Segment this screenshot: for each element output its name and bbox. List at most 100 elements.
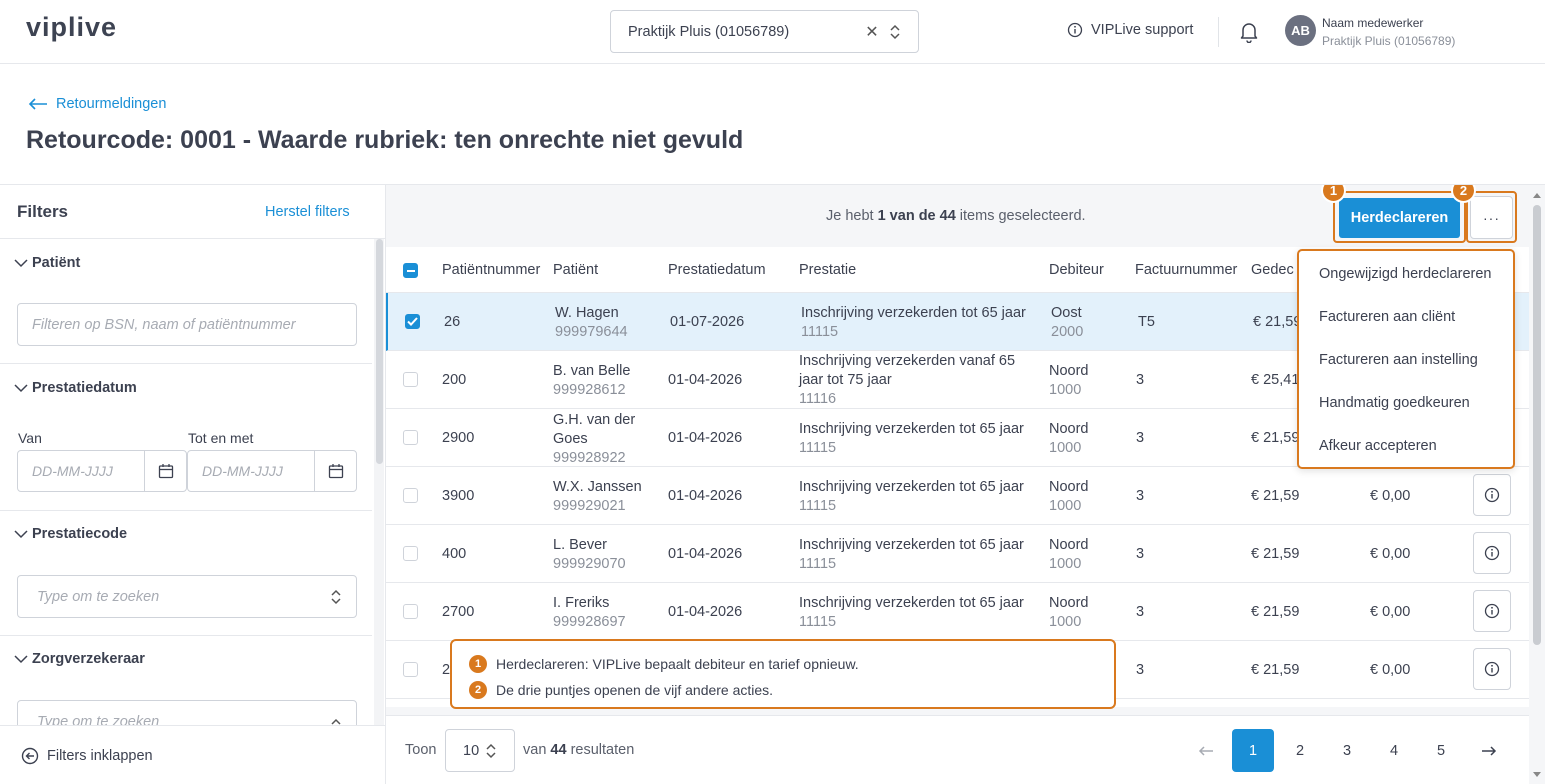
code-search-select[interactable]: Type om te zoeken [17, 575, 357, 618]
patient-filter-toggle[interactable]: Patiënt [14, 255, 80, 271]
cell-gedeclareerd: € 21,59 [1251, 488, 1300, 504]
row-checkbox[interactable] [403, 604, 418, 619]
prestatie-omschrijving: Inschrijving verzekerden vanaf 65 jaar t… [799, 353, 1016, 388]
arrow-left-circle-icon [21, 747, 39, 764]
row-info-button[interactable] [1473, 474, 1511, 516]
col-factuurnummer[interactable]: Factuurnummer [1135, 262, 1237, 278]
chevron-down-icon [14, 259, 28, 268]
page-3-button[interactable]: 3 [1326, 729, 1368, 772]
patient-search-input[interactable]: Filteren op BSN, naam of patiëntnummer [17, 303, 357, 346]
page-4-button[interactable]: 4 [1373, 729, 1415, 772]
from-date-field[interactable]: DD-MM-JJJJ [17, 450, 187, 492]
col-debiteur[interactable]: Debiteur [1049, 262, 1104, 278]
avatar[interactable]: AB [1285, 15, 1316, 46]
row-info-button[interactable] [1473, 590, 1511, 632]
calendar-icon[interactable] [314, 451, 356, 491]
info-icon [1484, 603, 1500, 619]
patient-bsn: 999928922 [553, 450, 626, 466]
results-suffix: resultaten [566, 742, 635, 758]
debiteur-nummer: 2000 [1051, 324, 1084, 340]
calendar-icon[interactable] [144, 451, 186, 491]
herdeclareren-button[interactable]: Herdeclareren [1339, 198, 1460, 238]
cell-prestatie: Inschrijving verzekerden vanaf 65 jaar t… [799, 352, 1039, 409]
info-icon [1484, 487, 1500, 503]
row-checkbox[interactable] [405, 314, 420, 329]
menu-item-ongewijzigd[interactable]: Ongewijzigd herdeclareren [1319, 266, 1492, 282]
chevron-updown-icon [330, 588, 342, 606]
code-filter-toggle[interactable]: Prestatiecode [14, 526, 127, 542]
sidebar-scrollbar[interactable] [374, 239, 384, 725]
debiteur-nummer: 1000 [1049, 498, 1082, 514]
back-link[interactable]: Retourmeldingen [28, 96, 166, 112]
row-checkbox[interactable] [403, 430, 418, 445]
insurer-filter-toggle[interactable]: Zorgverzekeraar [14, 651, 145, 667]
cell-patient: W. Hagen 999979644 [555, 304, 655, 342]
selection-prefix: Je hebt [826, 208, 878, 224]
collapse-filters-button[interactable]: Filters inklappen [0, 725, 385, 784]
scrollbar-thumb[interactable] [376, 239, 383, 464]
col-prestatie[interactable]: Prestatie [799, 262, 856, 278]
cell-ontvangen: € 0,00 [1370, 488, 1411, 504]
next-page-button[interactable] [1468, 729, 1510, 772]
col-gedeclareerd[interactable]: Gedec [1251, 262, 1294, 278]
to-label: Tot en met [188, 430, 254, 446]
prev-page-button[interactable] [1185, 729, 1227, 772]
row-checkbox[interactable] [403, 546, 418, 561]
practice-select[interactable]: Praktijk Pluis (01056789) ✕ [610, 10, 919, 53]
scroll-up-icon[interactable] [1532, 191, 1542, 199]
row-info-button[interactable] [1473, 532, 1511, 574]
reset-filters-link[interactable]: Herstel filters [265, 204, 350, 220]
debiteur-nummer: 1000 [1049, 556, 1082, 572]
prestatie-omschrijving: Inschrijving verzekerden tot 65 jaar [799, 479, 1024, 495]
scrollbar-thumb[interactable] [1533, 205, 1541, 645]
page-5-button[interactable]: 5 [1420, 729, 1462, 772]
more-actions-button[interactable]: ··· [1470, 196, 1513, 239]
from-label: Van [18, 430, 42, 446]
user-practice: Praktijk Pluis (01056789) [1322, 34, 1456, 48]
cell-patientnummer: 2900 [442, 430, 475, 446]
menu-item-instelling[interactable]: Factureren aan instelling [1319, 352, 1478, 368]
cell-prestatiedatum: 01-04-2026 [668, 546, 743, 562]
scroll-down-icon[interactable] [1532, 771, 1542, 779]
cell-gedeclareerd: € 21,59 [1251, 604, 1300, 620]
cell-factuurnummer: 3 [1136, 662, 1145, 678]
page-2-button[interactable]: 2 [1279, 729, 1321, 772]
page-1-button[interactable]: 1 [1232, 729, 1274, 772]
patient-filter-title: Patiënt [32, 255, 81, 271]
table-scrollbar[interactable] [1529, 185, 1545, 784]
clear-icon[interactable]: ✕ [865, 22, 879, 42]
chevron-updown-icon [485, 742, 497, 760]
table-row[interactable]: 3900 W.X. Janssen 999929021 01-04-2026 Insch… [386, 467, 1529, 525]
menu-item-afkeur[interactable]: Afkeur accepteren [1319, 438, 1437, 454]
prestatie-omschrijving: Inschrijving verzekerden tot 65 jaar [799, 537, 1024, 553]
prestatie-code: 11115 [799, 498, 837, 514]
col-prestatiedatum[interactable]: Prestatiedatum [668, 262, 766, 278]
chevron-updown-icon [889, 23, 901, 41]
per-page-select[interactable]: 10 [445, 729, 515, 772]
bell-icon[interactable] [1239, 21, 1259, 43]
row-checkbox[interactable] [403, 372, 418, 387]
to-date-field[interactable]: DD-MM-JJJJ [187, 450, 357, 492]
table-row[interactable]: 2700 I. Freriks 999928697 01-04-2026 Inschri… [386, 583, 1529, 641]
arrow-right-icon [1482, 745, 1497, 756]
col-patientnummer[interactable]: Patiëntnummer [442, 262, 540, 278]
menu-item-client[interactable]: Factureren aan cliënt [1319, 309, 1455, 325]
note-line-1: 1 Herdeclareren: VIPLive bepaalt debiteur… [469, 655, 859, 673]
table-row[interactable]: 400 L. Bever 999929070 01-04-2026 Inschrijvi… [386, 525, 1529, 583]
from-date-placeholder: DD-MM-JJJJ [32, 463, 113, 479]
col-patient[interactable]: Patiënt [553, 262, 598, 278]
support-link[interactable]: VIPLive support [1067, 22, 1193, 38]
row-checkbox[interactable] [403, 662, 418, 677]
menu-item-goedkeuren[interactable]: Handmatig goedkeuren [1319, 395, 1470, 411]
row-info-button[interactable] [1473, 648, 1511, 690]
cell-gedeclareerd: € 25,41 [1251, 372, 1300, 388]
cell-ontvangen: € 0,00 [1370, 662, 1411, 678]
row-checkbox[interactable] [403, 488, 418, 503]
logo[interactable]: viplive [26, 12, 117, 43]
filters-title: Filters [17, 202, 69, 221]
date-filter-toggle[interactable]: Prestatiedatum [14, 380, 137, 396]
cell-prestatiedatum: 01-04-2026 [668, 430, 743, 446]
cell-prestatie: Inschrijving verzekerden tot 65 jaar 1111… [799, 420, 1039, 458]
selection-info: Je hebt 1 van de 44 items geselecteerd. [826, 208, 1086, 224]
select-all-checkbox[interactable] [403, 263, 418, 278]
